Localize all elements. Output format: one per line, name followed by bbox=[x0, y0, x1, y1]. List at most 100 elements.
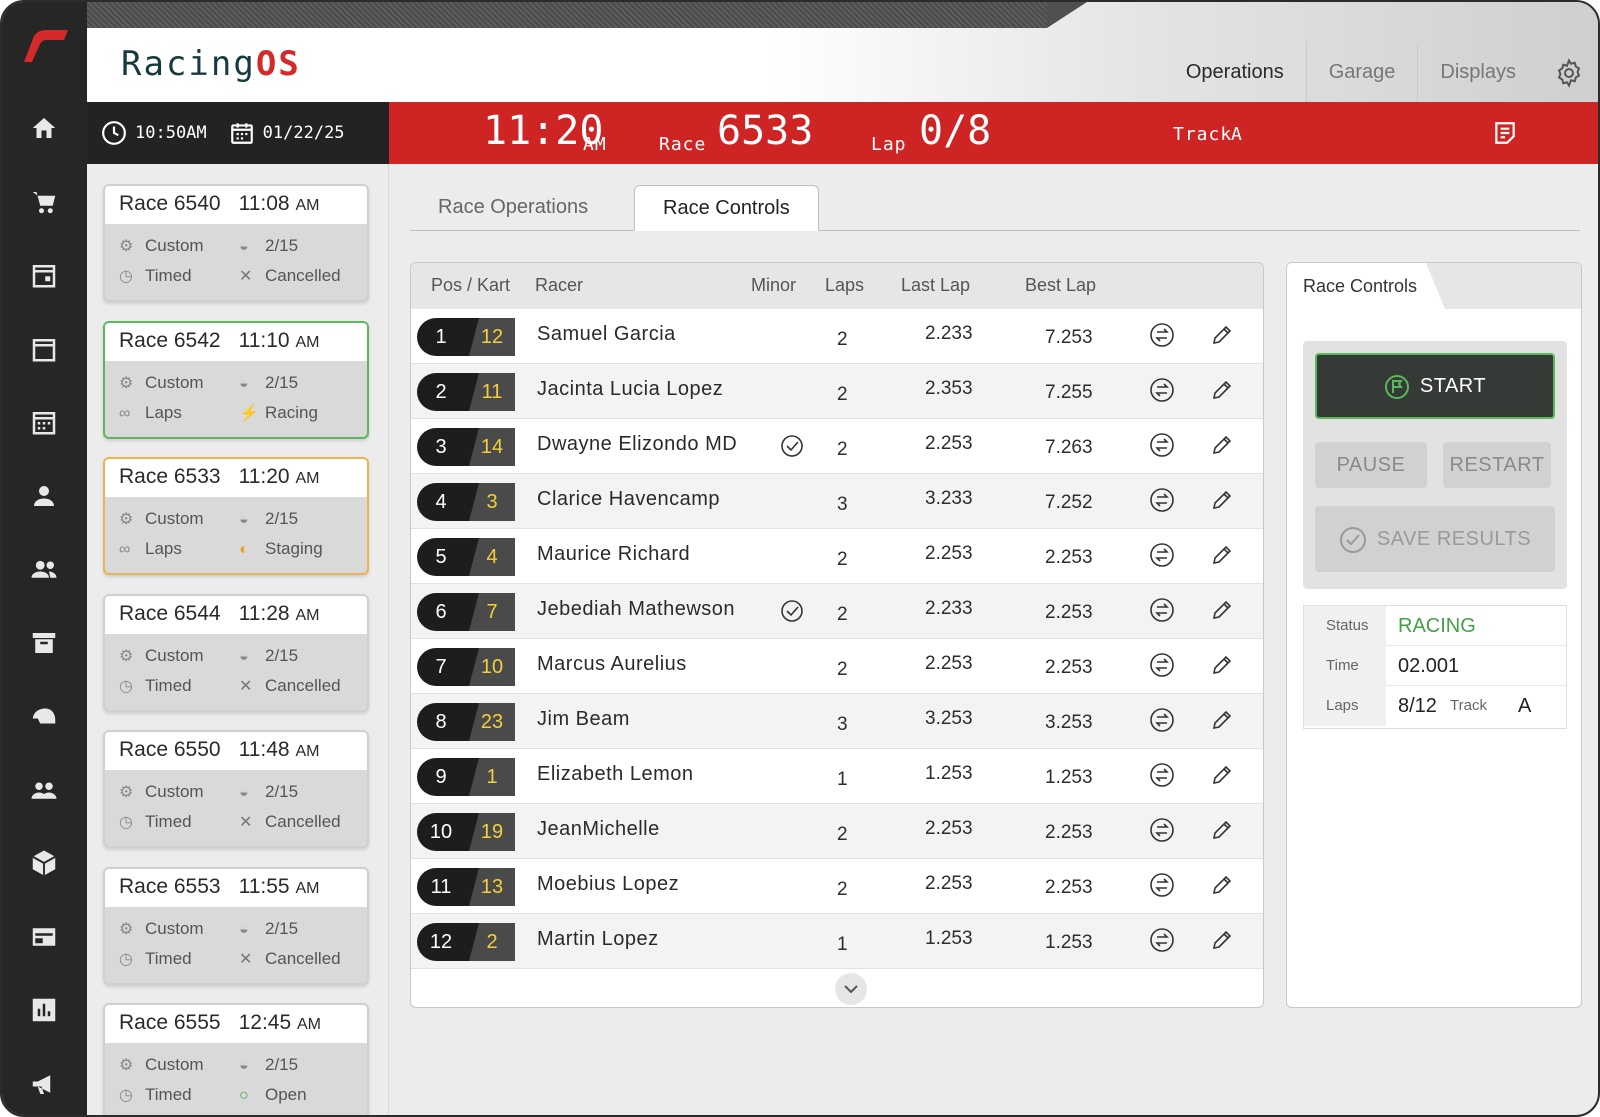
nav-calendar-grid-icon[interactable] bbox=[24, 402, 64, 442]
track-value: A bbox=[1518, 695, 1532, 717]
table-row[interactable]: 6 7 Jebediah Mathewson 2 2.233 2.253 bbox=[411, 584, 1263, 639]
nav-megaphone-icon[interactable] bbox=[24, 1064, 64, 1104]
edit-icon[interactable] bbox=[1209, 707, 1235, 738]
nav-archive-icon[interactable] bbox=[24, 623, 64, 663]
status-value: RACING bbox=[1398, 615, 1476, 637]
swap-icon[interactable] bbox=[1149, 377, 1175, 408]
table-row[interactable]: 2 11 Jacinta Lucia Lopez 2 2.353 7.255 bbox=[411, 364, 1263, 419]
nav-group-icon[interactable] bbox=[24, 549, 64, 589]
gear-icon[interactable] bbox=[1554, 58, 1584, 88]
table-row[interactable]: 10 19 JeanMichelle 2 2.253 2.253 bbox=[411, 804, 1263, 859]
col-best-lap: Best Lap bbox=[1025, 275, 1097, 295]
race-card-ampm: AM bbox=[297, 1016, 321, 1033]
table-row[interactable]: 5 4 Maurice Richard 2 2.253 2.253 bbox=[411, 529, 1263, 584]
cart-icon bbox=[32, 191, 56, 213]
edit-icon[interactable] bbox=[1209, 542, 1235, 573]
nav-home-icon[interactable] bbox=[24, 108, 64, 148]
topnav-tab[interactable]: Garage bbox=[1305, 42, 1418, 102]
swap-icon[interactable] bbox=[1149, 542, 1175, 573]
nav-chart-icon[interactable] bbox=[24, 990, 64, 1030]
race-card[interactable]: Race 6540 11:08 AM ⚙ Custom ◒ 2/15 ◷ Timed ✕ Canc… bbox=[103, 184, 369, 302]
race-card-mode: Timed bbox=[145, 675, 192, 695]
kart-number: 11 bbox=[469, 373, 515, 411]
race-card-number: 6550 bbox=[173, 738, 221, 761]
edit-icon[interactable] bbox=[1209, 432, 1235, 463]
race-card[interactable]: Race 6533 11:20 AM ⚙ Custom ◒ 2/15 ∞ Laps ◐ Stagi… bbox=[103, 457, 369, 575]
status-cancelled-icon: ✕ bbox=[239, 814, 253, 831]
topnav-tab[interactable]: Operations bbox=[1164, 42, 1306, 102]
best-lap: 2.253 bbox=[1045, 822, 1093, 843]
edit-icon[interactable] bbox=[1209, 377, 1235, 408]
status-label: Status bbox=[1304, 606, 1386, 646]
race-card-ampm: AM bbox=[295, 333, 320, 351]
nav-person-icon[interactable] bbox=[24, 476, 64, 516]
race-card-label: Race bbox=[119, 1011, 169, 1034]
race-card[interactable]: Race 6550 11:48 AM ⚙ Custom ◒ 2/15 ◷ Timed ✕ Canc… bbox=[103, 730, 369, 848]
infinity-icon: ∞ bbox=[119, 541, 131, 558]
table-row[interactable]: 12 2 Martin Lopez 1 1.253 1.253 bbox=[411, 914, 1263, 969]
table-row[interactable]: 3 14 Dwayne Elizondo MD 2 2.253 7.263 bbox=[411, 419, 1263, 474]
nav-display-icon[interactable] bbox=[24, 917, 64, 957]
table-row[interactable]: 4 3 Clarice Havencamp 3 3.233 7.252 bbox=[411, 474, 1263, 529]
col-laps: Laps bbox=[825, 275, 865, 295]
edit-icon[interactable] bbox=[1209, 872, 1235, 903]
nav-cart-icon[interactable] bbox=[24, 182, 64, 222]
table-row[interactable]: 8 23 Jim Beam 3 3.253 3.253 bbox=[411, 694, 1263, 749]
race-card[interactable]: Race 6555 12:45 AM ⚙ Custom ◒ 2/15 ◷ Timed ○ Open bbox=[103, 1003, 369, 1115]
best-lap: 2.253 bbox=[1045, 877, 1093, 898]
race-card-label: Race bbox=[119, 874, 169, 898]
restart-button[interactable]: RESTART bbox=[1443, 442, 1551, 488]
race-card[interactable]: Race 6542 11:10 AM ⚙ Custom ◒ 2/15 ∞ Laps ⚡ Racin… bbox=[103, 320, 369, 439]
table-row[interactable]: 11 13 Moebius Lopez 2 2.253 2.253 bbox=[411, 859, 1263, 914]
col-pos-kart: Pos / Kart bbox=[431, 275, 511, 295]
swap-icon[interactable] bbox=[1149, 872, 1175, 903]
status-staging-icon: ◐ bbox=[239, 541, 249, 558]
table-row[interactable]: 1 12 Samuel Garcia 2 2.233 7.253 bbox=[411, 309, 1263, 364]
swap-icon[interactable] bbox=[1149, 817, 1175, 848]
tab-race-controls[interactable]: Race Controls bbox=[634, 185, 819, 231]
best-lap: 2.253 bbox=[1045, 602, 1093, 623]
nav-people-icon[interactable] bbox=[24, 770, 64, 810]
swap-icon[interactable] bbox=[1149, 652, 1175, 683]
laps-value: 8/12 bbox=[1398, 695, 1437, 717]
race-card-type: Custom bbox=[145, 1055, 204, 1074]
edit-icon[interactable] bbox=[1209, 817, 1235, 848]
swap-icon[interactable] bbox=[1149, 927, 1175, 958]
race-card[interactable]: Race 6553 11:55 AM ⚙ Custom ◒ 2/15 ◷ Timed ✕ Canc… bbox=[103, 866, 369, 985]
kart-number: 3 bbox=[469, 483, 515, 521]
edit-icon[interactable] bbox=[1209, 652, 1235, 683]
race-card-count: 2/15 bbox=[265, 372, 299, 392]
table-row[interactable]: 7 10 Marcus Aurelius 2 2.253 2.253 bbox=[411, 639, 1263, 694]
swap-icon[interactable] bbox=[1149, 597, 1175, 628]
swap-icon[interactable] bbox=[1149, 762, 1175, 793]
swap-icon[interactable] bbox=[1149, 322, 1175, 353]
pause-button[interactable]: PAUSE bbox=[1315, 442, 1427, 488]
edit-icon[interactable] bbox=[1209, 322, 1235, 353]
chevron-down-icon[interactable] bbox=[835, 973, 867, 1005]
tab-race-operations[interactable]: Race Operations bbox=[410, 185, 616, 231]
save-results-button[interactable]: SAVE RESULTS bbox=[1315, 506, 1555, 572]
topnav-tab[interactable]: Displays bbox=[1417, 42, 1538, 102]
start-button[interactable]: START bbox=[1315, 353, 1555, 419]
laps: 2 bbox=[837, 824, 848, 845]
race-card[interactable]: Race 6544 11:28 AM ⚙ Custom ◒ 2/15 ◷ Timed ✕ Canc… bbox=[103, 593, 369, 712]
time-value: 02.001 bbox=[1398, 655, 1460, 677]
edit-icon[interactable] bbox=[1209, 597, 1235, 628]
controls-tab-label[interactable]: Race Controls bbox=[1287, 263, 1445, 309]
swap-icon[interactable] bbox=[1149, 707, 1175, 738]
swap-icon[interactable] bbox=[1149, 487, 1175, 518]
edit-icon[interactable] bbox=[1209, 487, 1235, 518]
swap-icon[interactable] bbox=[1149, 432, 1175, 463]
nav-cube-icon[interactable] bbox=[24, 843, 64, 883]
nav-calendar-day-icon[interactable] bbox=[24, 255, 64, 295]
notes-icon[interactable] bbox=[1492, 120, 1518, 146]
position: 12 bbox=[429, 931, 453, 953]
best-lap: 7.253 bbox=[1045, 327, 1093, 348]
nav-calendar-icon[interactable] bbox=[24, 329, 64, 369]
nav-helmet-icon[interactable] bbox=[24, 696, 64, 736]
race-card-mode: Laps bbox=[145, 539, 182, 558]
edit-icon[interactable] bbox=[1209, 762, 1235, 793]
race-card-status: Cancelled bbox=[265, 675, 341, 695]
table-row[interactable]: 9 1 Elizabeth Lemon 1 1.253 1.253 bbox=[411, 749, 1263, 804]
edit-icon[interactable] bbox=[1209, 927, 1235, 958]
